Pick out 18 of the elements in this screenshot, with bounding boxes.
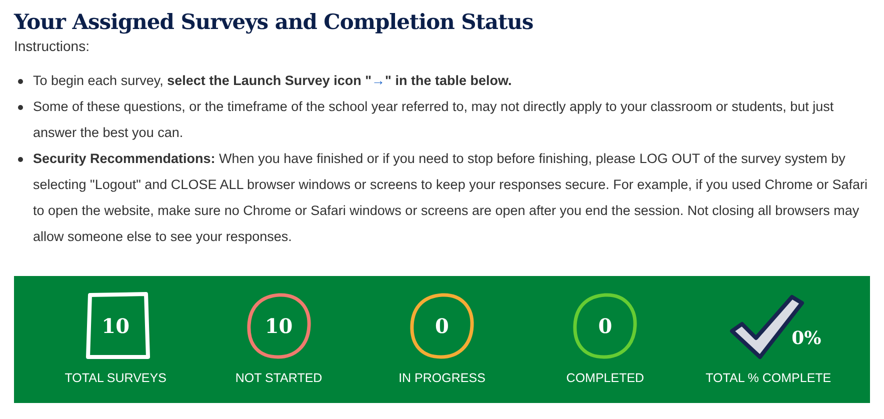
bullet-icon (18, 157, 23, 162)
stat-label: COMPLETED (566, 370, 644, 388)
stat-value: 0 (598, 313, 612, 340)
instruction-text: Some of these questions, or the timeframe of the school year referred to, may not directly apply to your classroom or students, but just answer the best you can. (33, 98, 835, 142)
stat-value: 0% (792, 326, 822, 351)
stat-label: IN PROGRESS (398, 370, 486, 388)
stat-label: TOTAL % COMPLETE (706, 370, 832, 388)
stat-value: 10 (264, 313, 293, 340)
instruction-text: To begin each survey, select the Launch Survey icon "→" in the table below. (33, 72, 512, 90)
instructions-label: Instructions: (14, 37, 90, 56)
stat-value: 0 (435, 313, 449, 340)
bullet-icon (18, 105, 23, 110)
bullet-icon (18, 79, 23, 84)
stat-value: 10 (102, 313, 130, 340)
page-title: Your Assigned Surveys and Completion Status (14, 8, 534, 36)
stat-label: NOT STARTED (235, 370, 322, 388)
instruction-text: Security Recommendations: When you have finished or if you need to stop before finishing, please LOG OUT of the survey system by selecting "Logout" and CLOSE ALL browser windows or screens to keep your responses secure. For example, if you used Chrome or Safari to open the website, make sure no Chrome or Safari windows or screens are open after you end the session. Not closing all browsers may allow someone else to see your responses. (33, 150, 869, 246)
stat-label: TOTAL SURVEYS (64, 370, 166, 388)
